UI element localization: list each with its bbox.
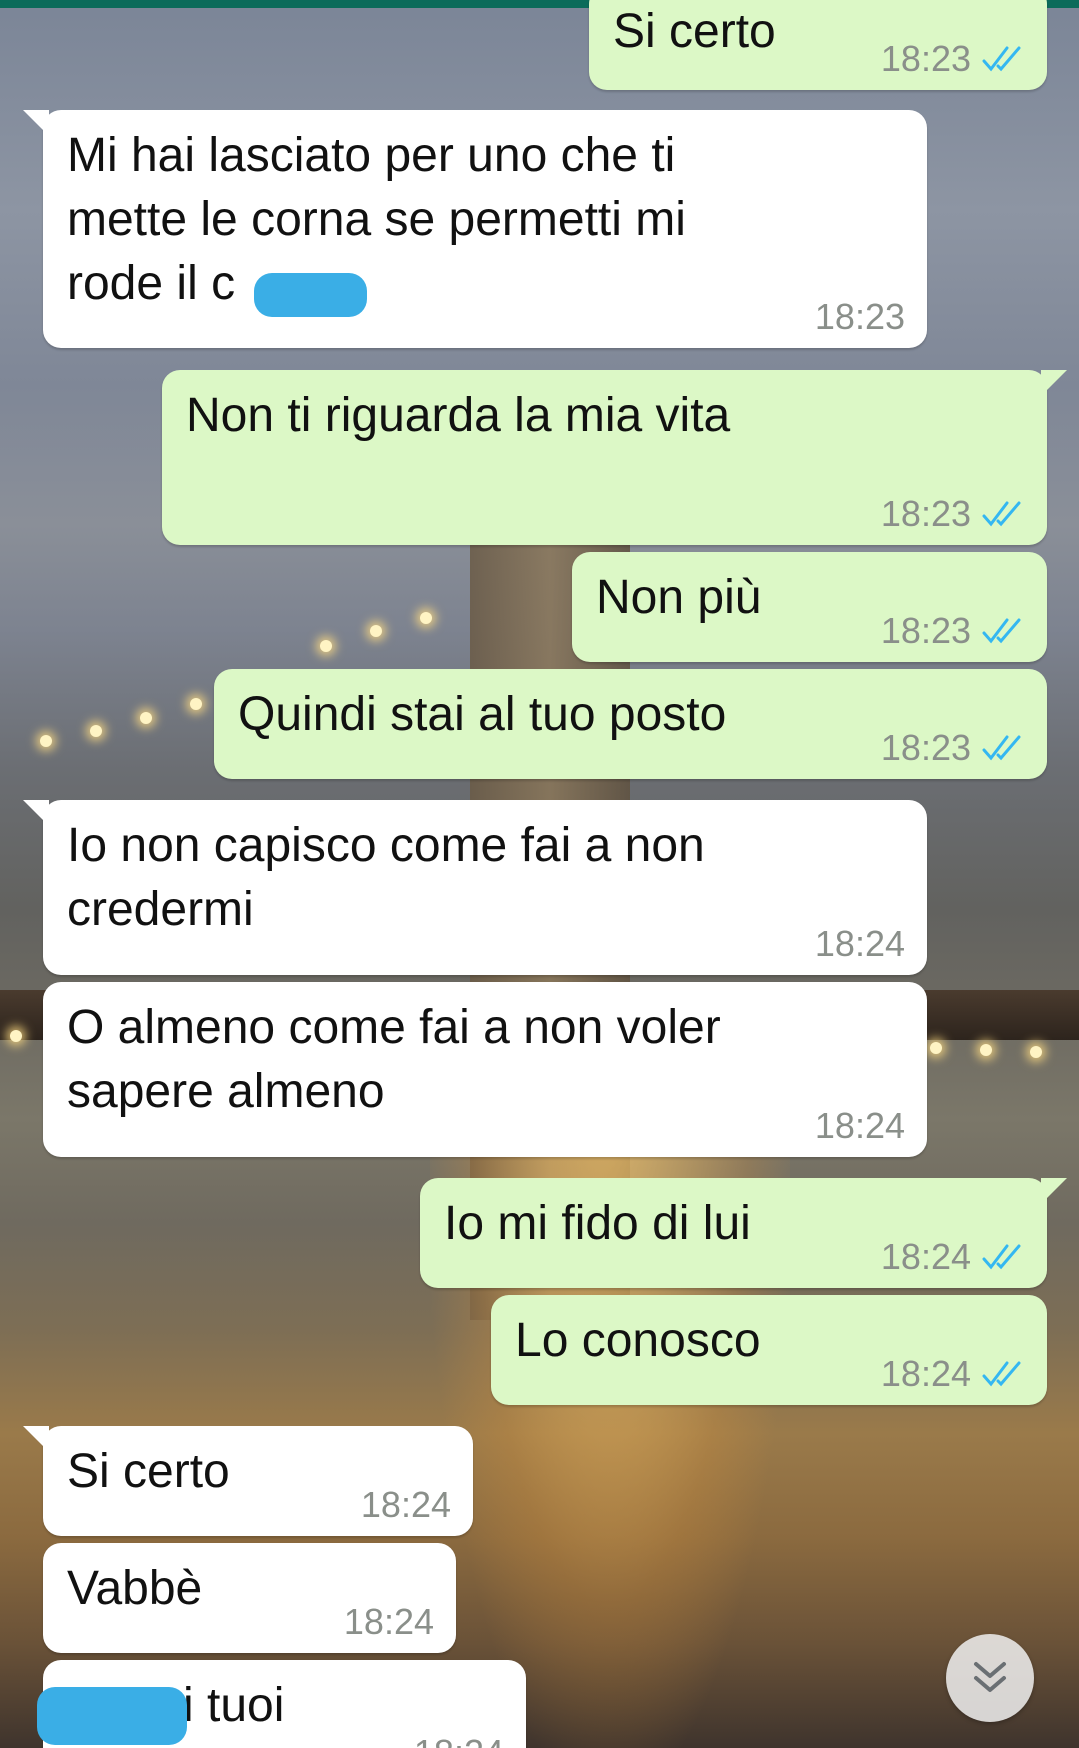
double-chevron-down-icon — [974, 1662, 1006, 1692]
message-text: Non ti riguarda la mia vita — [186, 389, 731, 442]
message-time: 18:24 — [880, 1353, 971, 1394]
message-meta: 18:24 — [881, 1236, 1025, 1278]
message-outgoing[interactable]: Si certo 18:23 — [589, 0, 1047, 90]
message-incoming[interactable]: O almeno come fai a non voler sapere alm… — [43, 982, 927, 1157]
double-check-icon — [982, 46, 1021, 72]
message-outgoing[interactable]: Lo conosco 18:24 — [491, 1295, 1047, 1405]
wallpaper-light — [980, 1044, 992, 1056]
double-check-icon — [982, 501, 1021, 527]
message-meta: 18:23 — [815, 296, 905, 338]
wallpaper-light — [930, 1042, 942, 1054]
wallpaper-light — [40, 735, 52, 747]
double-check-icon — [982, 618, 1021, 644]
message-incoming[interactable]: Io non capisco come fai a non credermi 1… — [23, 800, 927, 975]
message-meta: 18:24 — [815, 923, 905, 965]
chat-screen: Si certo 18:23 Mi hai lasciato per uno c… — [0, 0, 1079, 1748]
double-check-icon — [982, 1361, 1021, 1387]
message-incoming[interactable]: i tuoi 18:24 — [37, 1660, 526, 1748]
wallpaper-light — [420, 612, 432, 624]
message-time: 18:23 — [880, 38, 971, 79]
message-incoming[interactable]: Si certo 18:24 — [23, 1426, 473, 1536]
message-time: 18:24 — [343, 1601, 434, 1642]
message-meta: 18:24 — [361, 1484, 451, 1526]
message-outgoing[interactable]: Quindi stai al tuo posto 18:23 — [214, 669, 1047, 779]
message-meta: 18:24 — [414, 1732, 504, 1748]
message-meta: 18:23 — [881, 727, 1025, 769]
bubble-tail — [23, 1426, 49, 1452]
message-time: 18:23 — [880, 727, 971, 768]
message-time: 18:24 — [880, 1236, 971, 1277]
message-meta: 18:23 — [881, 38, 1025, 80]
message-meta: 18:23 — [881, 493, 1025, 535]
wallpaper-light — [190, 698, 202, 710]
redaction-mark — [37, 1687, 187, 1745]
message-text: i tuoi — [183, 1679, 285, 1732]
double-check-icon — [982, 735, 1021, 761]
message-time: 18:23 — [814, 296, 905, 337]
bubble-tail — [23, 800, 49, 826]
wallpaper-light — [370, 625, 382, 637]
bubble-tail — [23, 110, 49, 136]
message-time: 18:24 — [414, 1732, 504, 1748]
message-time: 18:23 — [880, 610, 971, 651]
bubble-tail — [1041, 370, 1067, 396]
message-time: 18:24 — [360, 1484, 451, 1525]
message-time: 18:24 — [814, 923, 905, 964]
message-text: Io non capisco come fai a non credermi — [67, 819, 705, 936]
message-meta: 18:23 — [881, 610, 1025, 652]
message-incoming[interactable]: Vabbè 18:24 — [43, 1543, 456, 1653]
message-outgoing[interactable]: Non più 18:23 — [572, 552, 1047, 662]
wallpaper-light — [90, 725, 102, 737]
wallpaper-light — [320, 640, 332, 652]
message-time: 18:24 — [814, 1105, 905, 1146]
double-check-icon — [982, 1244, 1021, 1270]
message-incoming[interactable]: Mi hai lasciato per uno che ti mette le … — [23, 110, 927, 348]
message-text: Mi hai lasciato per uno che ti mette le … — [67, 129, 686, 310]
message-meta: 18:24 — [881, 1353, 1025, 1395]
message-meta: 18:24 — [815, 1105, 905, 1147]
message-time: 18:23 — [880, 493, 971, 534]
wallpaper-light — [140, 712, 152, 724]
message-text: O almeno come fai a non voler sapere alm… — [67, 1001, 721, 1118]
wallpaper-light — [10, 1030, 22, 1042]
bubble-tail — [1041, 1178, 1067, 1204]
scroll-to-bottom-button[interactable] — [946, 1634, 1034, 1722]
redaction-mark — [254, 273, 367, 317]
message-outgoing[interactable]: Non ti riguarda la mia vita 18:23 — [162, 370, 1067, 545]
message-meta: 18:24 — [344, 1601, 434, 1643]
wallpaper-light — [1030, 1046, 1042, 1058]
message-outgoing[interactable]: Io mi fido di lui 18:24 — [420, 1178, 1067, 1288]
